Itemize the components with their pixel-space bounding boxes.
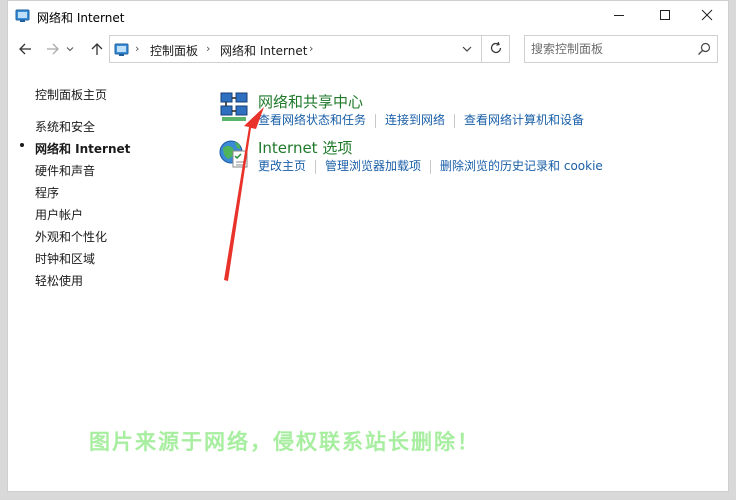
annotation-arrow xyxy=(224,107,264,281)
control-panel-window: 网络和 Internet › 控制面板 › 网络和 Internet › 搜索控… xyxy=(7,0,729,492)
watermark-text: 图片来源于网络，侵权联系站长删除！ xyxy=(89,430,480,454)
